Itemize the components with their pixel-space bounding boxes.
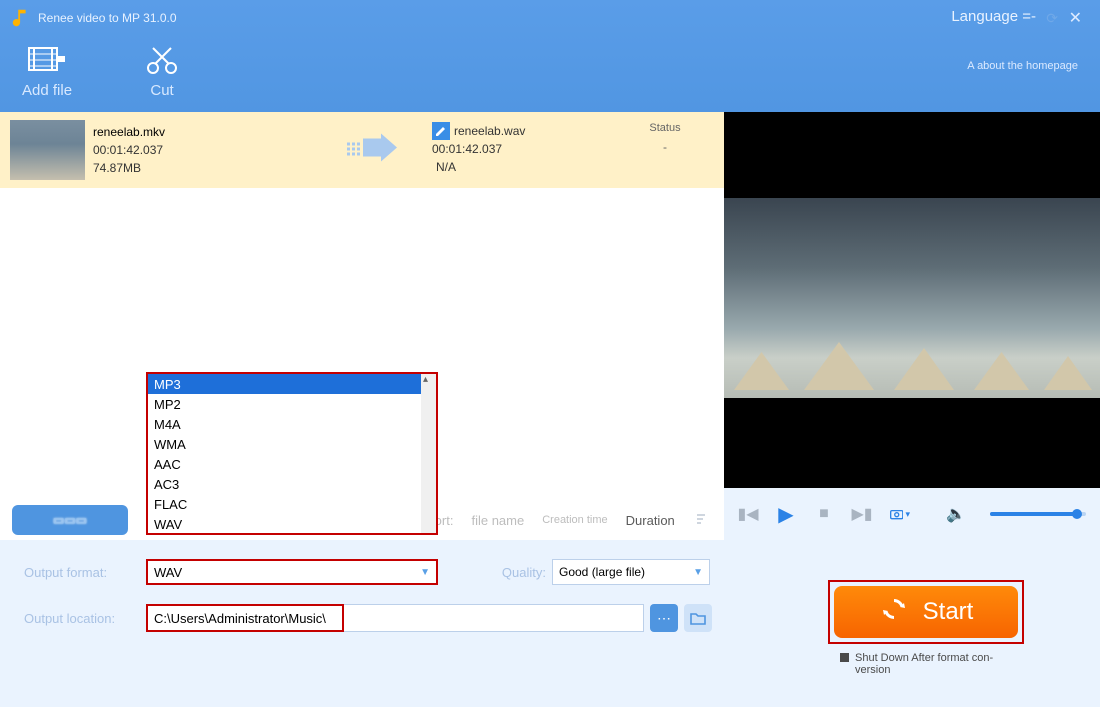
dest-size: N/A [432, 158, 525, 176]
refresh-icon [879, 594, 909, 631]
open-folder-button[interactable] [684, 604, 712, 632]
format-option-wav[interactable]: WAV [148, 514, 421, 533]
prev-track-button[interactable]: ▮◀ [738, 504, 758, 524]
language-selector[interactable]: Language =- [951, 8, 1036, 25]
format-option-mp3[interactable]: MP3 [148, 374, 421, 394]
app-header: Renee video to MP 31.0.0 Language =- ⟳ ✕… [0, 0, 1100, 112]
output-location-rest[interactable] [344, 604, 644, 632]
format-option-aac[interactable]: AAC [148, 454, 421, 474]
volume-icon[interactable]: 🔈 [946, 504, 966, 524]
player-controls: ▮◀ ▶ ■ ▶▮ ▾ 🔈 [724, 488, 1100, 540]
source-file-info: reneelab.mkv 00:01:42.037 74.87MB [93, 123, 165, 177]
sort-by-filename[interactable]: file name [471, 513, 524, 528]
sort-direction-icon[interactable] [693, 511, 711, 529]
browse-more-button[interactable]: ⋯ [650, 604, 678, 632]
start-button[interactable]: Start [834, 586, 1018, 638]
next-track-button[interactable]: ▶▮ [852, 504, 872, 524]
status-column: Status - [640, 122, 690, 154]
edit-icon[interactable] [432, 122, 450, 140]
homepage-link[interactable]: A about the homepage [967, 60, 1078, 72]
start-button-frame: Start [828, 580, 1024, 644]
dest-file-info: reneelab.wav 00:01:42.037 N/A [432, 122, 525, 176]
convert-arrow-icon [345, 133, 399, 168]
format-option-ac3[interactable]: AC3 [148, 474, 421, 494]
dropdown-scrollbar[interactable] [421, 374, 436, 533]
film-add-icon [27, 42, 67, 76]
output-location-label: Output location: [24, 611, 146, 626]
chevron-down-icon: ▼ [693, 567, 703, 578]
source-filename: reneelab.mkv [93, 123, 165, 141]
output-format-label: Output format: [24, 565, 146, 580]
output-location-wrap: C:\Users\Administrator\Music\ ⋯ [146, 604, 712, 632]
status-header: Status [640, 122, 690, 134]
merge-button[interactable]: ▭▭▭ [12, 505, 128, 535]
status-value: - [640, 140, 690, 154]
format-dropdown-list[interactable]: MP3MP2M4AWMAAACAC3FLACWAV [146, 372, 438, 535]
sort-by-creation-time[interactable]: Creation time [542, 514, 607, 526]
output-format-value: WAV [154, 565, 182, 580]
volume-thumb[interactable] [1072, 509, 1082, 519]
start-label: Start [923, 598, 974, 626]
output-panel: Output format: WAV ▼ Quality: Good (larg… [0, 540, 1100, 707]
output-format-select[interactable]: WAV ▼ [146, 559, 438, 585]
sort-by-duration[interactable]: Duration [626, 513, 675, 528]
preview-canvas [724, 198, 1100, 398]
quality-value: Good (large file) [559, 565, 645, 579]
cut-button[interactable]: Cut [142, 42, 182, 99]
quality-select[interactable]: Good (large file) ▼ [552, 559, 710, 585]
video-thumbnail [10, 120, 85, 180]
format-option-wma[interactable]: WMA [148, 434, 421, 454]
close-button[interactable]: ✕ [1069, 8, 1082, 28]
app-title: Renee video to MP 31.0.0 [38, 11, 177, 25]
toolbar: Add file Cut [0, 42, 1100, 99]
dest-duration: 00:01:42.037 [432, 140, 525, 158]
quality-label: Quality: [494, 565, 546, 580]
volume-slider[interactable] [990, 512, 1086, 516]
shutdown-checkbox[interactable]: Shut Down After format con- version [840, 652, 1040, 676]
play-button[interactable]: ▶ [776, 504, 796, 524]
add-file-label: Add file [22, 82, 72, 99]
shutdown-label: Shut Down After format con- version [855, 652, 993, 676]
video-preview[interactable] [724, 112, 1100, 488]
merge-icon: ▭▭▭ [53, 513, 87, 527]
format-option-mp2[interactable]: MP2 [148, 394, 421, 414]
dest-filename: reneelab.wav [454, 122, 525, 140]
preview-pane: ▮◀ ▶ ■ ▶▮ ▾ 🔈 [724, 112, 1100, 540]
scissors-icon [142, 42, 182, 76]
chevron-down-icon: ▼ [420, 567, 430, 578]
title-bar: Renee video to MP 31.0.0 [0, 0, 1100, 36]
checkbox-icon [840, 653, 849, 662]
file-list-pane: reneelab.mkv 00:01:42.037 74.87MB [0, 112, 724, 540]
format-options: MP3MP2M4AWMAAACAC3FLACWAV [148, 374, 421, 533]
output-location-value: C:\Users\Administrator\Music\ [154, 611, 326, 626]
stop-button[interactable]: ■ [814, 504, 834, 524]
main-area: reneelab.mkv 00:01:42.037 74.87MB [0, 112, 1100, 540]
source-size: 74.87MB [93, 159, 165, 177]
output-location-input[interactable]: C:\Users\Administrator\Music\ [146, 604, 344, 632]
source-duration: 00:01:42.037 [93, 141, 165, 159]
add-file-button[interactable]: Add file [22, 42, 72, 99]
snapshot-button[interactable]: ▾ [890, 504, 910, 524]
format-option-m4a[interactable]: M4A [148, 414, 421, 434]
file-row[interactable]: reneelab.mkv 00:01:42.037 74.87MB [0, 112, 724, 188]
refresh-icon[interactable]: ⟳ [1046, 10, 1058, 27]
cut-label: Cut [150, 82, 173, 99]
format-option-flac[interactable]: FLAC [148, 494, 421, 514]
app-logo-icon [10, 7, 32, 29]
